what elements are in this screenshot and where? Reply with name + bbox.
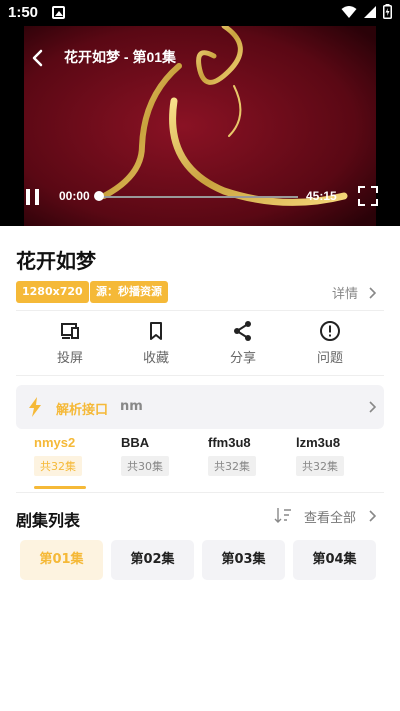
fullscreen-icon[interactable] [358, 186, 378, 206]
wifi-icon [341, 5, 357, 18]
source-tab-count: 共30集 [121, 456, 169, 476]
source-tab-count: 共32集 [296, 456, 344, 476]
source-tab-nmys2[interactable]: nmys2 共32集 [34, 435, 104, 476]
source-tab-name: BBA [121, 435, 150, 450]
source-tab-name: lzm3u8 [296, 435, 341, 450]
alert-icon [320, 321, 340, 341]
action-label: 收藏 [142, 351, 169, 366]
source-tab-ffm3u8[interactable]: ffm3u8 共32集 [208, 435, 278, 476]
sort-icon[interactable] [274, 507, 292, 523]
seek-bar[interactable] [98, 196, 298, 198]
source-tab-count: 共32集 [208, 456, 256, 476]
source-badge: 源：秒播资源 [90, 281, 168, 303]
episode-button-02[interactable]: 第02集 [111, 540, 194, 580]
video-player[interactable]: 花开如梦 - 第01集 00:00 45:15 [0, 26, 400, 226]
chevron-right-icon[interactable] [368, 510, 376, 522]
source-tab-bba[interactable]: BBA 共30集 [121, 435, 191, 476]
player-top-bar: 花开如梦 - 第01集 [0, 44, 400, 72]
battery-charging-icon [383, 4, 392, 19]
show-title: 花开如梦 [16, 249, 96, 273]
cast-icon [61, 323, 79, 339]
parse-interface-selector[interactable]: 解析接口 nm [16, 385, 384, 429]
share-icon [234, 321, 251, 341]
action-label: 分享 [229, 351, 256, 366]
divider [16, 375, 384, 376]
action-label: 问题 [316, 351, 343, 366]
source-tab-name: ffm3u8 [208, 435, 251, 450]
back-arrow-icon[interactable] [28, 48, 48, 68]
cast-button[interactable]: 投屏 [45, 320, 95, 366]
resolution-badge: 1280x720 [16, 281, 89, 303]
share-button[interactable]: 分享 [218, 320, 268, 366]
parse-interface-value: nm [120, 399, 143, 414]
image-icon [52, 6, 65, 19]
episode-button-04[interactable]: 第04集 [293, 540, 376, 580]
bolt-icon [29, 397, 41, 417]
chevron-right-icon [369, 401, 376, 413]
player-episode-title: 花开如梦 - 第01集 [64, 49, 177, 65]
status-icons [341, 4, 392, 19]
divider [16, 310, 384, 311]
view-all-link[interactable]: 查看全部 [304, 507, 356, 526]
total-time: 45:15 [306, 189, 337, 203]
bookmark-icon [150, 322, 162, 340]
source-tab-name: nmys2 [34, 435, 76, 450]
episode-list-title: 剧集列表 [16, 511, 81, 530]
pause-icon[interactable] [25, 188, 41, 206]
details-link[interactable]: 详情 [332, 283, 358, 302]
signal-icon [364, 5, 376, 18]
report-issue-button[interactable]: 问题 [305, 320, 355, 366]
source-tab-count: 共32集 [34, 456, 82, 476]
status-bar: 1:50 [0, 0, 400, 26]
chevron-right-icon[interactable] [368, 287, 376, 299]
active-tab-indicator [34, 486, 86, 489]
divider [16, 492, 384, 493]
seek-thumb[interactable] [94, 191, 104, 201]
current-time: 00:00 [59, 189, 90, 203]
episode-button-01[interactable]: 第01集 [20, 540, 103, 580]
favorite-button[interactable]: 收藏 [131, 320, 181, 366]
episode-button-03[interactable]: 第03集 [202, 540, 285, 580]
source-tab-lzm3u8[interactable]: lzm3u8 共32集 [296, 435, 366, 476]
action-label: 投屏 [56, 351, 83, 366]
status-time: 1:50 [8, 4, 39, 21]
parse-interface-label: 解析接口 [56, 403, 109, 418]
